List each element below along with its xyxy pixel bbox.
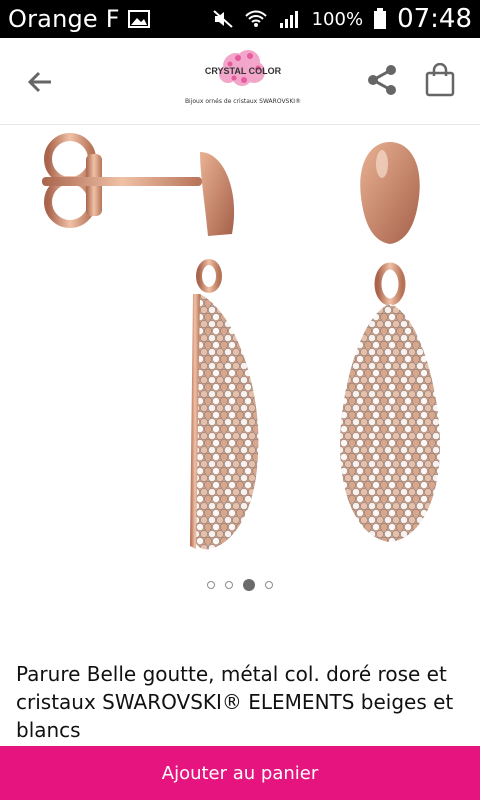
carrier-name: Orange F bbox=[8, 5, 120, 33]
shopping-bag-icon bbox=[425, 63, 455, 97]
product-image[interactable] bbox=[0, 124, 480, 574]
back-button[interactable] bbox=[22, 64, 58, 100]
image-pager bbox=[0, 578, 480, 592]
add-to-cart-button[interactable]: Ajouter au panier bbox=[0, 746, 480, 800]
back-arrow-icon bbox=[27, 71, 51, 93]
left-earring bbox=[42, 133, 259, 550]
app-bar: CRYSTAL COLOR Bijoux ornés de cristaux S… bbox=[0, 38, 480, 125]
battery-percent: 100% bbox=[311, 8, 364, 30]
pager-dot-active[interactable] bbox=[243, 579, 255, 591]
mute-icon bbox=[212, 9, 234, 29]
status-bar: Orange F 100% 07:48 bbox=[0, 0, 480, 38]
pager-dot[interactable] bbox=[265, 581, 273, 589]
product-title: Parure Belle goutte, métal col. doré ros… bbox=[16, 662, 454, 742]
share-button[interactable] bbox=[362, 60, 402, 100]
share-icon bbox=[368, 65, 396, 95]
brand-logo: CRYSTAL COLOR Bijoux ornés de cristaux S… bbox=[176, 44, 310, 114]
pager-dot[interactable] bbox=[207, 581, 215, 589]
add-to-cart-label: Ajouter au panier bbox=[161, 762, 319, 784]
brand-logo-text: CRYSTAL COLOR bbox=[205, 66, 282, 76]
pager-dot[interactable] bbox=[225, 581, 233, 589]
gallery-icon bbox=[127, 10, 150, 28]
signal-icon bbox=[278, 9, 302, 29]
cart-button[interactable] bbox=[420, 60, 460, 100]
clock: 07:48 bbox=[397, 4, 472, 34]
battery-icon bbox=[373, 8, 387, 30]
wifi-icon bbox=[244, 9, 268, 29]
brand-tagline: Bijoux ornés de cristaux SWAROVSKI® bbox=[184, 98, 302, 105]
right-earring bbox=[340, 142, 440, 542]
